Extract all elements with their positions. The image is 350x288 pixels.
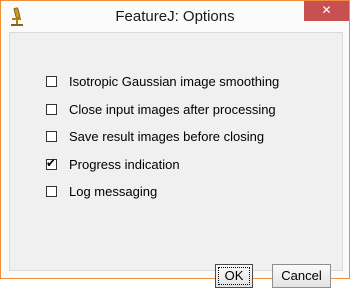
option-isotropic-gaussian-smoothing[interactable]: Isotropic Gaussian image smoothing bbox=[46, 68, 279, 96]
progress-checkbox[interactable]: ✔ bbox=[46, 155, 57, 170]
title-bar[interactable]: FeatureJ: Options ✕ bbox=[1, 1, 349, 32]
option-log-messaging[interactable]: Log messaging bbox=[46, 178, 279, 206]
option-label: Log messaging bbox=[69, 184, 158, 200]
option-label: Close input images after processing bbox=[69, 101, 276, 117]
options-list: Isotropic Gaussian image smoothing Close… bbox=[46, 68, 279, 206]
close-icon: ✕ bbox=[321, 3, 332, 17]
cancel-button[interactable]: Cancel bbox=[272, 264, 331, 288]
option-close-input-images[interactable]: Close input images after processing bbox=[46, 96, 279, 124]
save-result-checkbox[interactable] bbox=[46, 131, 57, 143]
checkmark-icon: ✔ bbox=[46, 155, 57, 170]
ok-button[interactable]: OK bbox=[215, 264, 253, 288]
option-save-result-images[interactable]: Save result images before closing bbox=[46, 123, 279, 151]
option-label: Isotropic Gaussian image smoothing bbox=[69, 74, 280, 90]
option-label: Save result images before closing bbox=[69, 129, 265, 145]
log-checkbox[interactable] bbox=[46, 186, 57, 198]
options-dialog: FeatureJ: Options ✕ Isotropic Gaussian i… bbox=[0, 0, 350, 288]
window-title: FeatureJ: Options bbox=[115, 8, 235, 25]
close-input-checkbox[interactable] bbox=[46, 103, 57, 115]
dialog-body: Isotropic Gaussian image smoothing Close… bbox=[9, 32, 343, 288]
option-progress-indication[interactable]: ✔ Progress indication bbox=[46, 151, 279, 179]
close-button[interactable]: ✕ bbox=[304, 1, 349, 21]
smoothing-checkbox[interactable] bbox=[46, 76, 57, 88]
option-label: Progress indication bbox=[69, 156, 180, 172]
